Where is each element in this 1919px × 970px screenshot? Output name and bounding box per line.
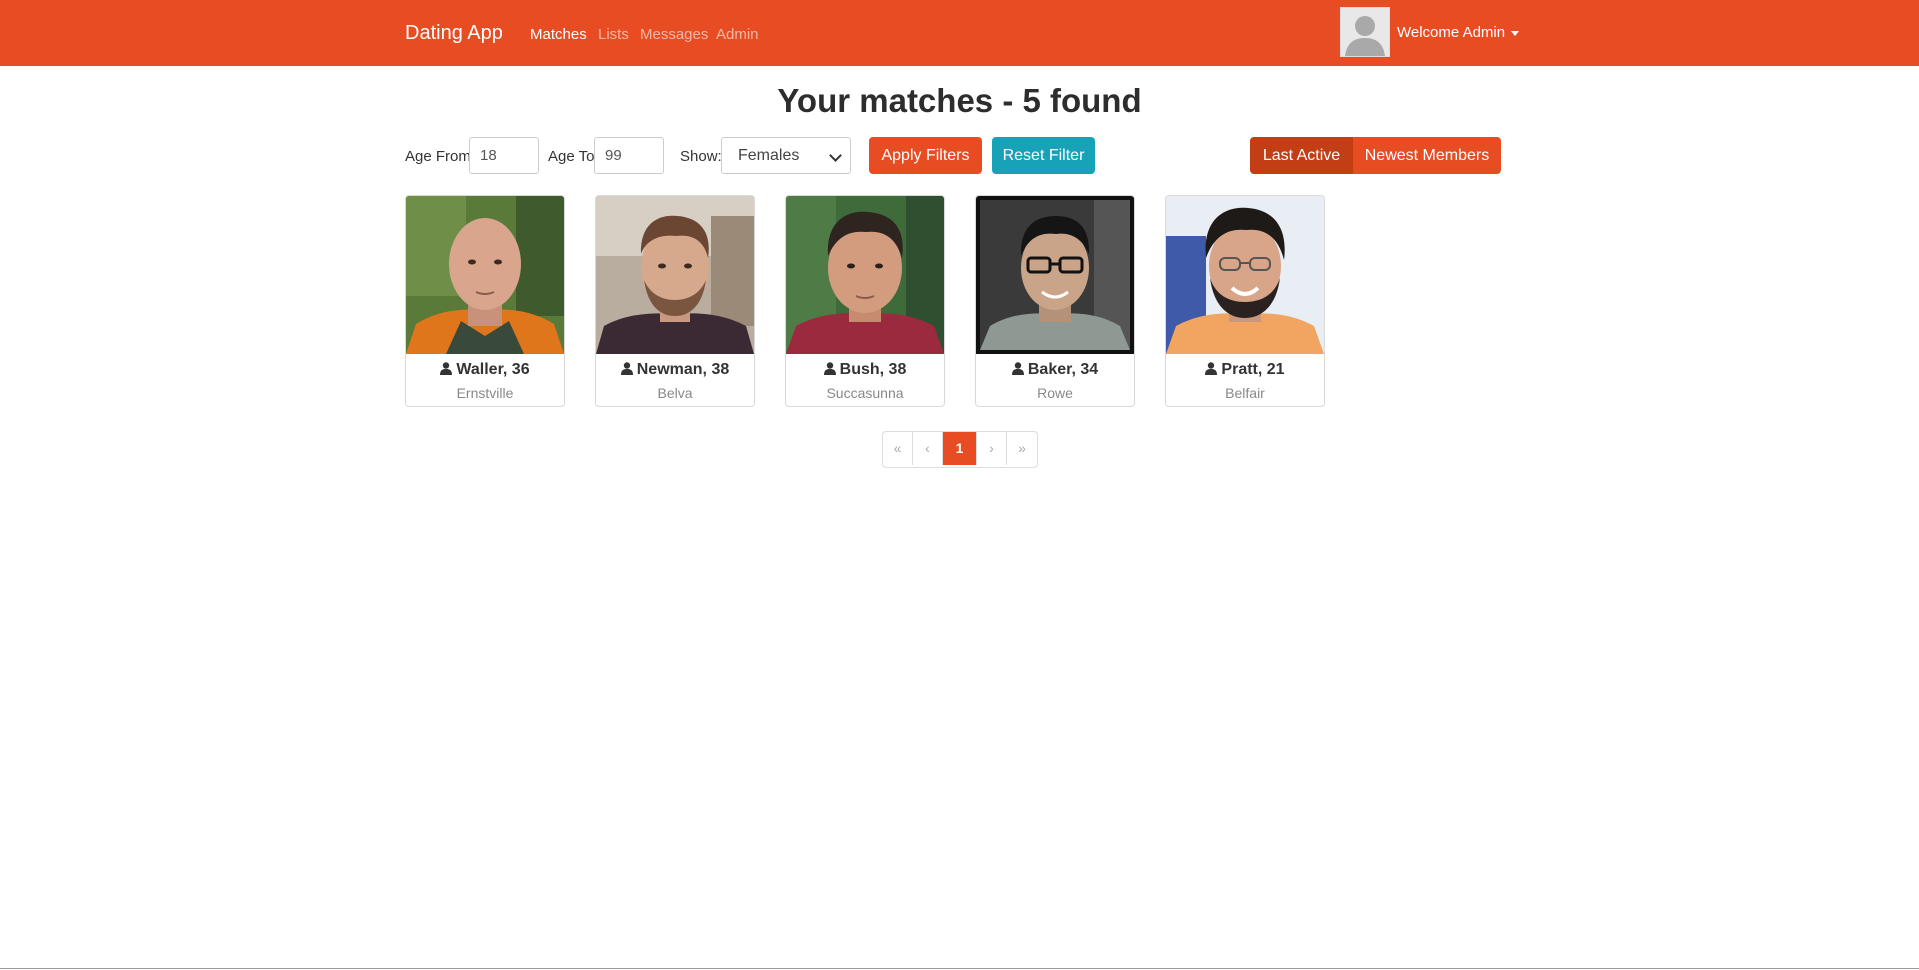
gender-select-value: Females bbox=[738, 147, 800, 164]
page-prev-button[interactable]: ‹ bbox=[913, 432, 943, 465]
user-icon bbox=[1011, 362, 1024, 375]
nav-messages-link[interactable]: Messages bbox=[640, 26, 708, 43]
nav-lists-link[interactable]: Lists bbox=[598, 26, 629, 43]
member-card[interactable]: Bush, 38 Succasunna bbox=[785, 195, 945, 407]
member-photo[interactable] bbox=[596, 196, 754, 354]
member-photo[interactable] bbox=[406, 196, 564, 354]
pagination: « ‹ 1 › » bbox=[882, 431, 1038, 468]
bottom-divider bbox=[0, 968, 1919, 969]
age-from-label: Age From bbox=[405, 148, 471, 165]
member-photo[interactable] bbox=[1166, 196, 1324, 354]
member-name: Baker, 34 bbox=[1027, 361, 1099, 378]
member-photo[interactable] bbox=[976, 196, 1134, 354]
apply-filters-button[interactable]: Apply Filters bbox=[869, 137, 982, 174]
member-name: Waller, 36 bbox=[456, 361, 530, 378]
navbar: Dating App Matches Lists Messages Admin … bbox=[0, 0, 1919, 66]
page-last-button[interactable]: » bbox=[1007, 432, 1037, 465]
member-name: Pratt, 21 bbox=[1221, 361, 1285, 378]
member-card[interactable]: Newman, 38 Belva bbox=[595, 195, 755, 407]
member-city: Succasunna bbox=[826, 385, 904, 401]
order-last-active-button[interactable]: Last Active bbox=[1250, 137, 1353, 174]
member-name: Bush, 38 bbox=[839, 361, 907, 378]
nav-matches-link[interactable]: Matches bbox=[530, 26, 587, 43]
show-label: Show: bbox=[680, 148, 722, 165]
member-card[interactable]: Pratt, 21 Belfair bbox=[1165, 195, 1325, 407]
order-newest-members-button[interactable]: Newest Members bbox=[1353, 137, 1501, 174]
user-menu-toggle[interactable]: Welcome Admin bbox=[1397, 24, 1520, 41]
page-1-button[interactable]: 1 bbox=[943, 432, 977, 465]
member-city: Belfair bbox=[1225, 385, 1265, 401]
gender-select[interactable]: Females bbox=[721, 137, 851, 174]
age-to-input[interactable]: 99 bbox=[594, 137, 664, 174]
chevron-down-icon bbox=[829, 149, 842, 162]
member-photo[interactable] bbox=[786, 196, 944, 354]
member-city: Ernstville bbox=[456, 385, 514, 401]
page-title: Your matches - 5 found bbox=[777, 82, 1142, 119]
brand-link[interactable]: Dating App bbox=[405, 22, 503, 45]
nav-admin-link[interactable]: Admin bbox=[716, 26, 759, 43]
page-next-button[interactable]: › bbox=[977, 432, 1007, 465]
caret-down-icon bbox=[1511, 30, 1520, 36]
member-card[interactable]: Waller, 36 Ernstville bbox=[405, 195, 565, 407]
user-icon bbox=[823, 362, 836, 375]
user-placeholder-icon bbox=[1341, 8, 1389, 56]
page-first-button[interactable]: « bbox=[883, 432, 913, 465]
user-icon bbox=[620, 362, 633, 375]
age-from-input[interactable]: 18 bbox=[469, 137, 539, 174]
welcome-text: Welcome Admin bbox=[1397, 24, 1506, 41]
member-name: Newman, 38 bbox=[636, 361, 730, 378]
user-icon bbox=[1205, 362, 1218, 375]
member-city: Rowe bbox=[1037, 385, 1073, 401]
age-to-label: Age To bbox=[548, 148, 595, 165]
reset-filter-button[interactable]: Reset Filter bbox=[992, 137, 1095, 174]
user-icon bbox=[440, 362, 453, 375]
user-avatar[interactable] bbox=[1340, 7, 1390, 57]
member-city: Belva bbox=[657, 385, 693, 401]
member-card[interactable]: Baker, 34 Rowe bbox=[975, 195, 1135, 407]
